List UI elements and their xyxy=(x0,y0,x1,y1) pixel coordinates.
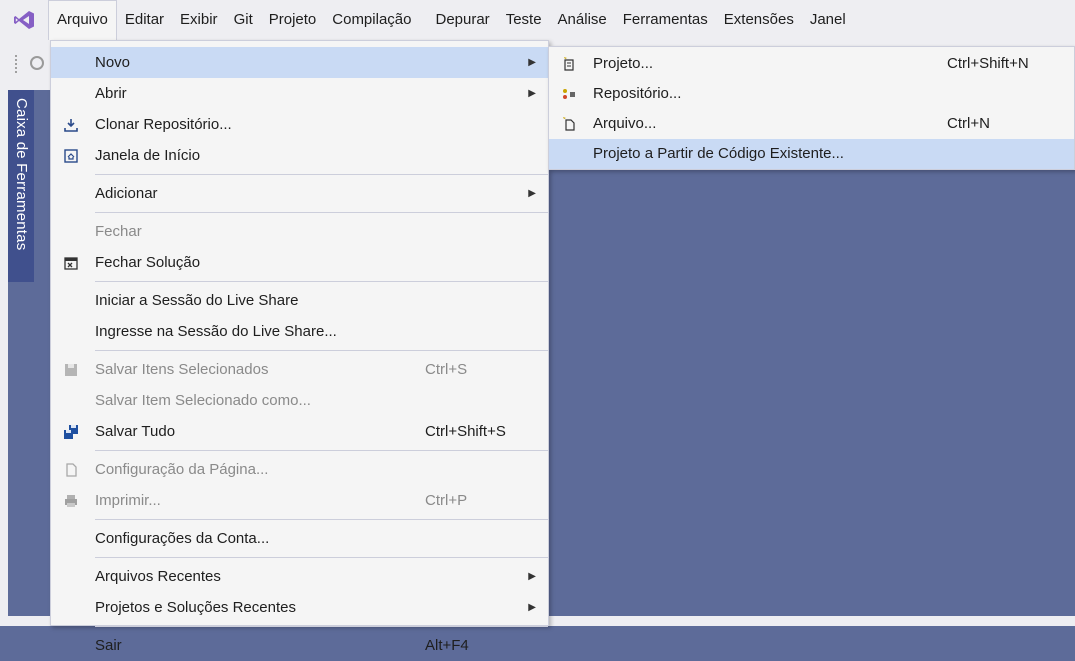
close-solution-icon xyxy=(51,255,91,271)
submenu-arrow-icon: ▶ xyxy=(528,187,536,199)
menu-item-label: Imprimir... xyxy=(95,491,161,509)
menu-item-salvar-itens[interactable]: Salvar Itens Selecionados Ctrl+S xyxy=(51,354,548,385)
menu-git[interactable]: Git xyxy=(226,5,261,35)
menu-item-salvar-tudo[interactable]: Salvar Tudo Ctrl+Shift+S xyxy=(51,416,548,447)
menu-item-label: Abrir xyxy=(95,84,127,102)
menu-item-label: Repositório... xyxy=(593,85,682,102)
toolbar-grip-icon[interactable] xyxy=(14,54,18,74)
menu-item-label: Adicionar xyxy=(95,184,158,202)
menu-item-sair[interactable]: Sair Alt+F4 xyxy=(51,630,548,661)
new-file-icon xyxy=(549,116,589,132)
submenu-item-projeto-codigo-existente[interactable]: Projeto a Partir de Código Existente... xyxy=(549,139,1074,169)
toolbar-nav-icon[interactable] xyxy=(30,56,44,70)
left-dock-strip xyxy=(0,90,8,626)
menu-separator xyxy=(95,626,548,627)
submenu-item-repositorio[interactable]: Repositório... xyxy=(549,79,1074,109)
submenu-arrow-icon: ▶ xyxy=(528,56,536,68)
menu-item-label: Salvar Itens Selecionados xyxy=(95,360,269,378)
menu-separator xyxy=(95,212,548,213)
menu-item-label: Configuração da Página... xyxy=(95,460,269,478)
menu-item-label: Iniciar a Sessão do Live Share xyxy=(95,291,299,309)
shortcut-text: Ctrl+Shift+N xyxy=(947,55,1029,72)
menu-item-imprimir[interactable]: Imprimir... Ctrl+P xyxy=(51,485,548,516)
menu-analise[interactable]: Análise xyxy=(550,5,615,35)
menu-item-salvar-como[interactable]: Salvar Item Selecionado como... xyxy=(51,385,548,416)
menu-arquivo[interactable]: Arquivo xyxy=(48,0,117,40)
page-setup-icon xyxy=(51,462,91,478)
menu-extensoes[interactable]: Extensões xyxy=(716,5,802,35)
shortcut-text: Ctrl+N xyxy=(947,115,990,132)
repository-icon xyxy=(549,86,589,102)
menu-teste[interactable]: Teste xyxy=(498,5,550,35)
clone-download-icon xyxy=(51,117,91,133)
menu-item-janela-inicio[interactable]: Janela de Início xyxy=(51,140,548,171)
save-icon xyxy=(51,362,91,378)
menu-item-label: Fechar Solução xyxy=(95,253,201,271)
menu-item-label: Projetos e Soluções Recentes xyxy=(95,598,296,616)
start-window-icon xyxy=(51,148,91,164)
file-menu-dropdown: Novo ▶ Abrir ▶ Clonar Repositório... Jan… xyxy=(50,40,549,654)
visual-studio-logo-icon[interactable] xyxy=(0,0,48,40)
toolbox-tab-label: Caixa de Ferramentas xyxy=(13,98,30,251)
menu-item-label: Projeto a Partir de Código Existente... xyxy=(593,145,844,162)
submenu-arrow-icon: ▶ xyxy=(528,87,536,99)
menu-item-projetos-recentes[interactable]: Projetos e Soluções Recentes ▶ xyxy=(51,592,548,623)
menu-exibir[interactable]: Exibir xyxy=(172,5,226,35)
menu-item-fechar-solucao[interactable]: Fechar Solução xyxy=(51,247,548,278)
menu-item-clonar[interactable]: Clonar Repositório... xyxy=(51,109,548,140)
menu-item-label: Arquivos Recentes xyxy=(95,567,221,585)
menu-compilacao[interactable]: Compilação xyxy=(324,5,419,35)
printer-icon xyxy=(51,493,91,509)
menu-item-adicionar[interactable]: Adicionar ▶ xyxy=(51,178,548,209)
menu-ferramentas[interactable]: Ferramentas xyxy=(615,5,716,35)
menu-item-abrir[interactable]: Abrir ▶ xyxy=(51,78,548,109)
menu-item-label: Clonar Repositório... xyxy=(95,115,232,133)
menu-item-fechar[interactable]: Fechar xyxy=(51,216,548,247)
shortcut-text: Alt+F4 xyxy=(425,636,469,654)
menu-item-label: Configurações da Conta... xyxy=(95,529,270,547)
menu-separator xyxy=(95,450,548,451)
submenu-arrow-icon: ▶ xyxy=(528,601,536,613)
menu-separator xyxy=(95,519,548,520)
menu-item-iniciar-live-share[interactable]: Iniciar a Sessão do Live Share xyxy=(51,285,548,316)
toolbox-tab[interactable]: Caixa de Ferramentas xyxy=(8,90,34,282)
menu-item-label: Salvar Item Selecionado como... xyxy=(95,391,311,409)
menu-separator xyxy=(95,350,548,351)
new-submenu-dropdown: Projeto... Ctrl+Shift+N Repositório... A… xyxy=(548,46,1075,170)
menu-item-configuracao-pagina[interactable]: Configuração da Página... xyxy=(51,454,548,485)
menu-item-label: Janela de Início xyxy=(95,146,201,164)
menu-projeto[interactable]: Projeto xyxy=(261,5,325,35)
submenu-item-projeto[interactable]: Projeto... Ctrl+Shift+N xyxy=(549,49,1074,79)
menu-item-novo[interactable]: Novo ▶ xyxy=(51,47,548,78)
shortcut-text: Ctrl+P xyxy=(425,491,468,509)
menu-item-arquivos-recentes[interactable]: Arquivos Recentes ▶ xyxy=(51,561,548,592)
menu-item-label: Sair xyxy=(95,636,122,654)
save-all-icon xyxy=(51,424,91,440)
menu-separator xyxy=(95,174,548,175)
menu-bar: Arquivo Editar Exibir Git Projeto Compil… xyxy=(0,0,1075,40)
menu-depurar[interactable]: Depurar xyxy=(427,5,497,35)
menu-separator xyxy=(95,557,548,558)
menu-editar[interactable]: Editar xyxy=(117,5,172,35)
submenu-item-arquivo[interactable]: Arquivo... Ctrl+N xyxy=(549,109,1074,139)
menu-separator xyxy=(95,281,548,282)
submenu-arrow-icon: ▶ xyxy=(528,570,536,582)
menu-item-ingresse-live-share[interactable]: Ingresse na Sessão do Live Share... xyxy=(51,316,548,347)
shortcut-text: Ctrl+Shift+S xyxy=(425,422,506,440)
menu-item-label: Ingresse na Sessão do Live Share... xyxy=(95,322,337,340)
new-project-icon xyxy=(549,56,589,72)
menu-item-label: Fechar xyxy=(95,222,142,240)
menu-item-label: Arquivo... xyxy=(593,115,657,132)
menu-item-label: Novo xyxy=(95,53,131,71)
menu-item-configuracoes-conta[interactable]: Configurações da Conta... xyxy=(51,523,548,554)
shortcut-text: Ctrl+S xyxy=(425,360,468,378)
menu-janela[interactable]: Janel xyxy=(802,5,854,35)
